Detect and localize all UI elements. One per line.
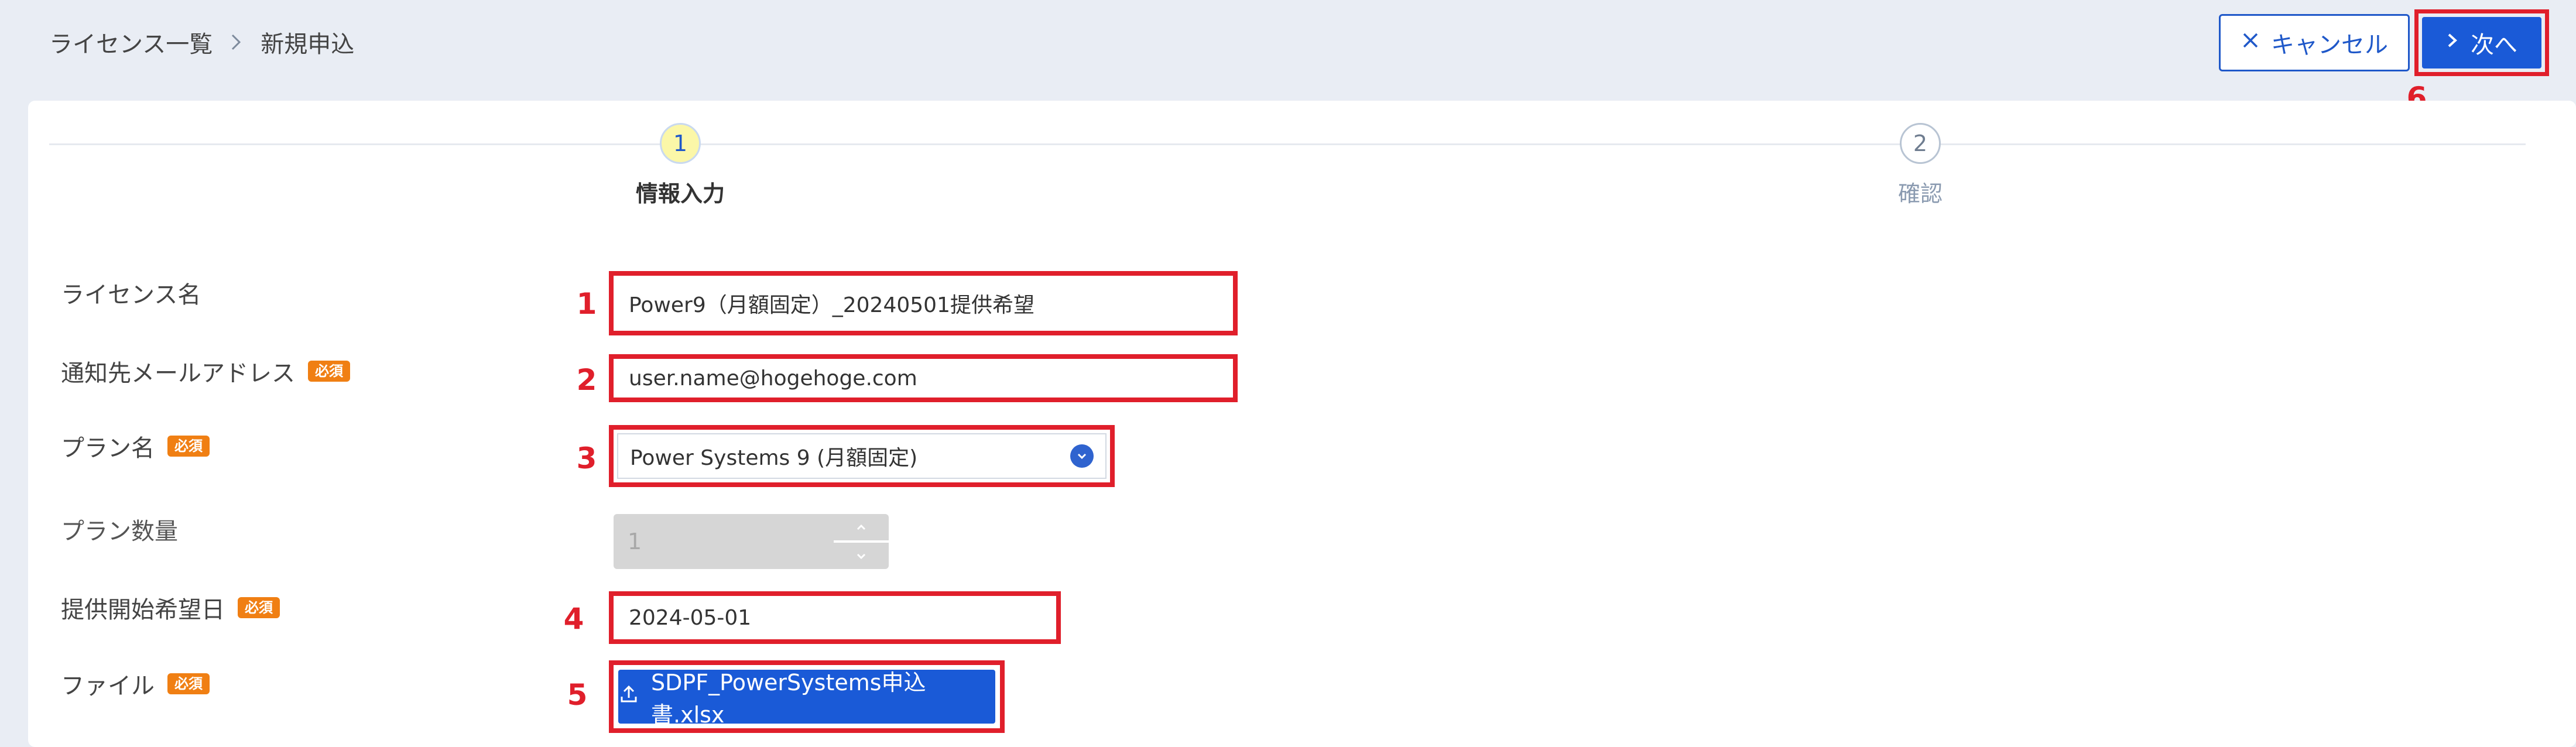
license-name-input[interactable]: Power9（月額固定）_20240501提供希望 bbox=[617, 279, 1229, 327]
upload-icon bbox=[618, 684, 639, 710]
annotation-number-2: 2 bbox=[576, 363, 597, 397]
chevron-right-icon bbox=[2446, 29, 2459, 56]
breadcrumb: ライセンス一覧 新規申込 bbox=[49, 26, 354, 59]
file-label: ファイル 必須 bbox=[61, 666, 210, 701]
next-button-label: 次へ bbox=[2471, 32, 2517, 59]
start-date-label: 提供開始希望日 必須 bbox=[61, 590, 280, 625]
plan-select-value: Power Systems 9 (月額固定) bbox=[630, 446, 918, 470]
start-date-highlight: 2024-05-01 bbox=[609, 591, 1061, 644]
required-badge: 必須 bbox=[238, 597, 280, 618]
start-date-label-text: 提供開始希望日 bbox=[61, 597, 225, 623]
file-upload-button-label: SDPF_PowerSystems申込書.xlsx bbox=[651, 670, 926, 728]
annotation-number-5: 5 bbox=[567, 678, 588, 712]
next-button-highlight: 次へ bbox=[2414, 9, 2549, 76]
file-upload-highlight: SDPF_PowerSystems申込書.xlsx bbox=[609, 660, 1005, 733]
email-highlight: user.name@hogehoge.com bbox=[609, 354, 1238, 402]
stepper-line bbox=[49, 143, 2526, 145]
start-date-input[interactable]: 2024-05-01 bbox=[617, 599, 1053, 636]
plan-select[interactable]: Power Systems 9 (月額固定) bbox=[617, 433, 1107, 479]
form-card bbox=[28, 101, 2576, 747]
required-badge: 必須 bbox=[167, 436, 210, 457]
step-2-indicator: 2 bbox=[1900, 123, 1941, 164]
quantity-input[interactable]: 1 bbox=[614, 514, 834, 569]
step-2-label: 確認 bbox=[1897, 181, 1943, 207]
chevron-up-icon bbox=[857, 524, 866, 530]
close-icon bbox=[2241, 29, 2260, 56]
file-label-text: ファイル bbox=[61, 673, 155, 700]
license-name-label-text: ライセンス名 bbox=[61, 282, 201, 309]
chevron-right-icon bbox=[229, 30, 244, 54]
step-1-label: 情報入力 bbox=[635, 181, 725, 207]
license-name-label: ライセンス名 bbox=[61, 275, 201, 310]
quantity-label: プラン数量 bbox=[61, 512, 178, 547]
plan-label-text: プラン名 bbox=[61, 435, 155, 462]
quantity-stepper: 1 bbox=[614, 514, 889, 569]
step-1-indicator: 1 bbox=[660, 123, 701, 164]
breadcrumb-current: 新規申込 bbox=[261, 31, 355, 58]
file-upload-button[interactable]: SDPF_PowerSystems申込書.xlsx bbox=[618, 670, 995, 728]
plan-select-highlight: Power Systems 9 (月額固定) bbox=[609, 425, 1115, 487]
email-input[interactable]: user.name@hogehoge.com bbox=[617, 362, 1229, 394]
cancel-button[interactable]: キャンセル bbox=[2219, 14, 2410, 71]
annotation-number-3: 3 bbox=[576, 441, 597, 475]
email-label: 通知先メールアドレス 必須 bbox=[61, 354, 350, 389]
chevron-down-icon bbox=[857, 553, 866, 559]
plan-label: プラン名 必須 bbox=[61, 429, 210, 464]
chevron-down-icon[interactable] bbox=[1070, 444, 1094, 468]
email-label-text: 通知先メールアドレス bbox=[61, 360, 295, 387]
required-badge: 必須 bbox=[167, 673, 210, 694]
cancel-button-label: キャンセル bbox=[2271, 32, 2388, 59]
license-name-highlight: Power9（月額固定）_20240501提供希望 bbox=[609, 271, 1238, 335]
required-badge: 必須 bbox=[308, 361, 350, 382]
quantity-label-text: プラン数量 bbox=[61, 518, 178, 545]
breadcrumb-license-list-link[interactable]: ライセンス一覧 bbox=[49, 25, 213, 59]
annotation-number-1: 1 bbox=[576, 287, 597, 321]
next-button[interactable]: 次へ bbox=[2422, 17, 2541, 68]
annotation-number-4: 4 bbox=[563, 602, 584, 636]
quantity-increment-button[interactable] bbox=[834, 514, 889, 540]
quantity-decrement-button[interactable] bbox=[834, 543, 889, 569]
